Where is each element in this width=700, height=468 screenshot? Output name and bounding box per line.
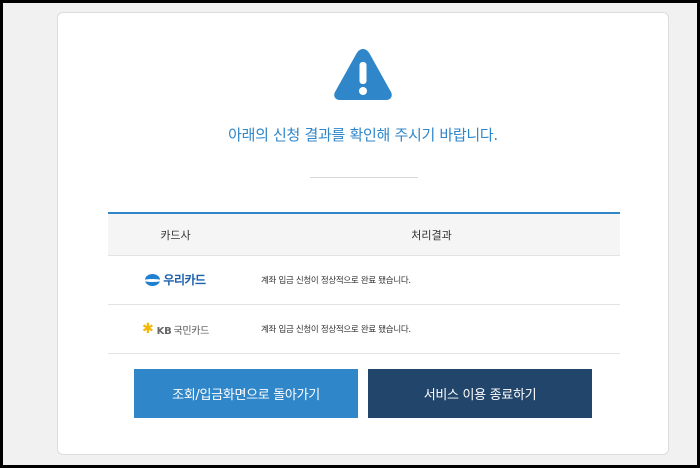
kb-logo-name: 국민카드	[173, 325, 210, 337]
results-table: 카드사 처리결과 우리카드 계좌 입금 신청이 정상적으로 완료 됐습니다. ✱…	[108, 212, 620, 354]
result-message: 아래의 신청 결과를 확인해 주시기 바랍니다.	[228, 126, 498, 144]
kb-card-logo: ✱ KB 국민카드	[142, 322, 209, 337]
table-header-row: 카드사 처리결과	[108, 213, 620, 256]
kb-logo-brand: KB	[156, 325, 172, 337]
warning-icon	[334, 49, 392, 100]
browser-viewport: 아래의 신청 결과를 확인해 주시기 바랍니다. 카드사 처리결과 우리카드 계…	[3, 3, 697, 465]
divider	[310, 177, 418, 178]
result-cell: 계좌 입금 신청이 정상적으로 완료 됐습니다.	[243, 304, 620, 354]
card-company-cell: ✱ KB 국민카드	[108, 304, 243, 354]
woori-card-logo: 우리카드	[145, 271, 206, 288]
card-company-cell: 우리카드	[108, 255, 243, 305]
table-row: 우리카드 계좌 입금 신청이 정상적으로 완료 됐습니다.	[108, 255, 620, 305]
exit-service-button[interactable]: 서비스 이용 종료하기	[368, 369, 592, 418]
table-row: ✱ KB 국민카드 계좌 입금 신청이 정상적으로 완료 됐습니다.	[108, 304, 620, 354]
back-to-inquiry-button[interactable]: 조회/입금화면으로 돌아가기	[134, 369, 358, 418]
header-card-company: 카드사	[108, 213, 243, 256]
kb-star-icon: ✱	[141, 321, 154, 337]
woori-logo-text: 우리카드	[163, 273, 206, 288]
kb-logo-text: KB 국민카드	[156, 322, 210, 337]
result-card: 아래의 신청 결과를 확인해 주시기 바랍니다. 카드사 처리결과 우리카드 계…	[57, 12, 669, 455]
result-cell: 계좌 입금 신청이 정상적으로 완료 됐습니다.	[243, 255, 620, 305]
header-result: 처리결과	[243, 213, 620, 256]
woori-logo-icon	[145, 273, 161, 286]
